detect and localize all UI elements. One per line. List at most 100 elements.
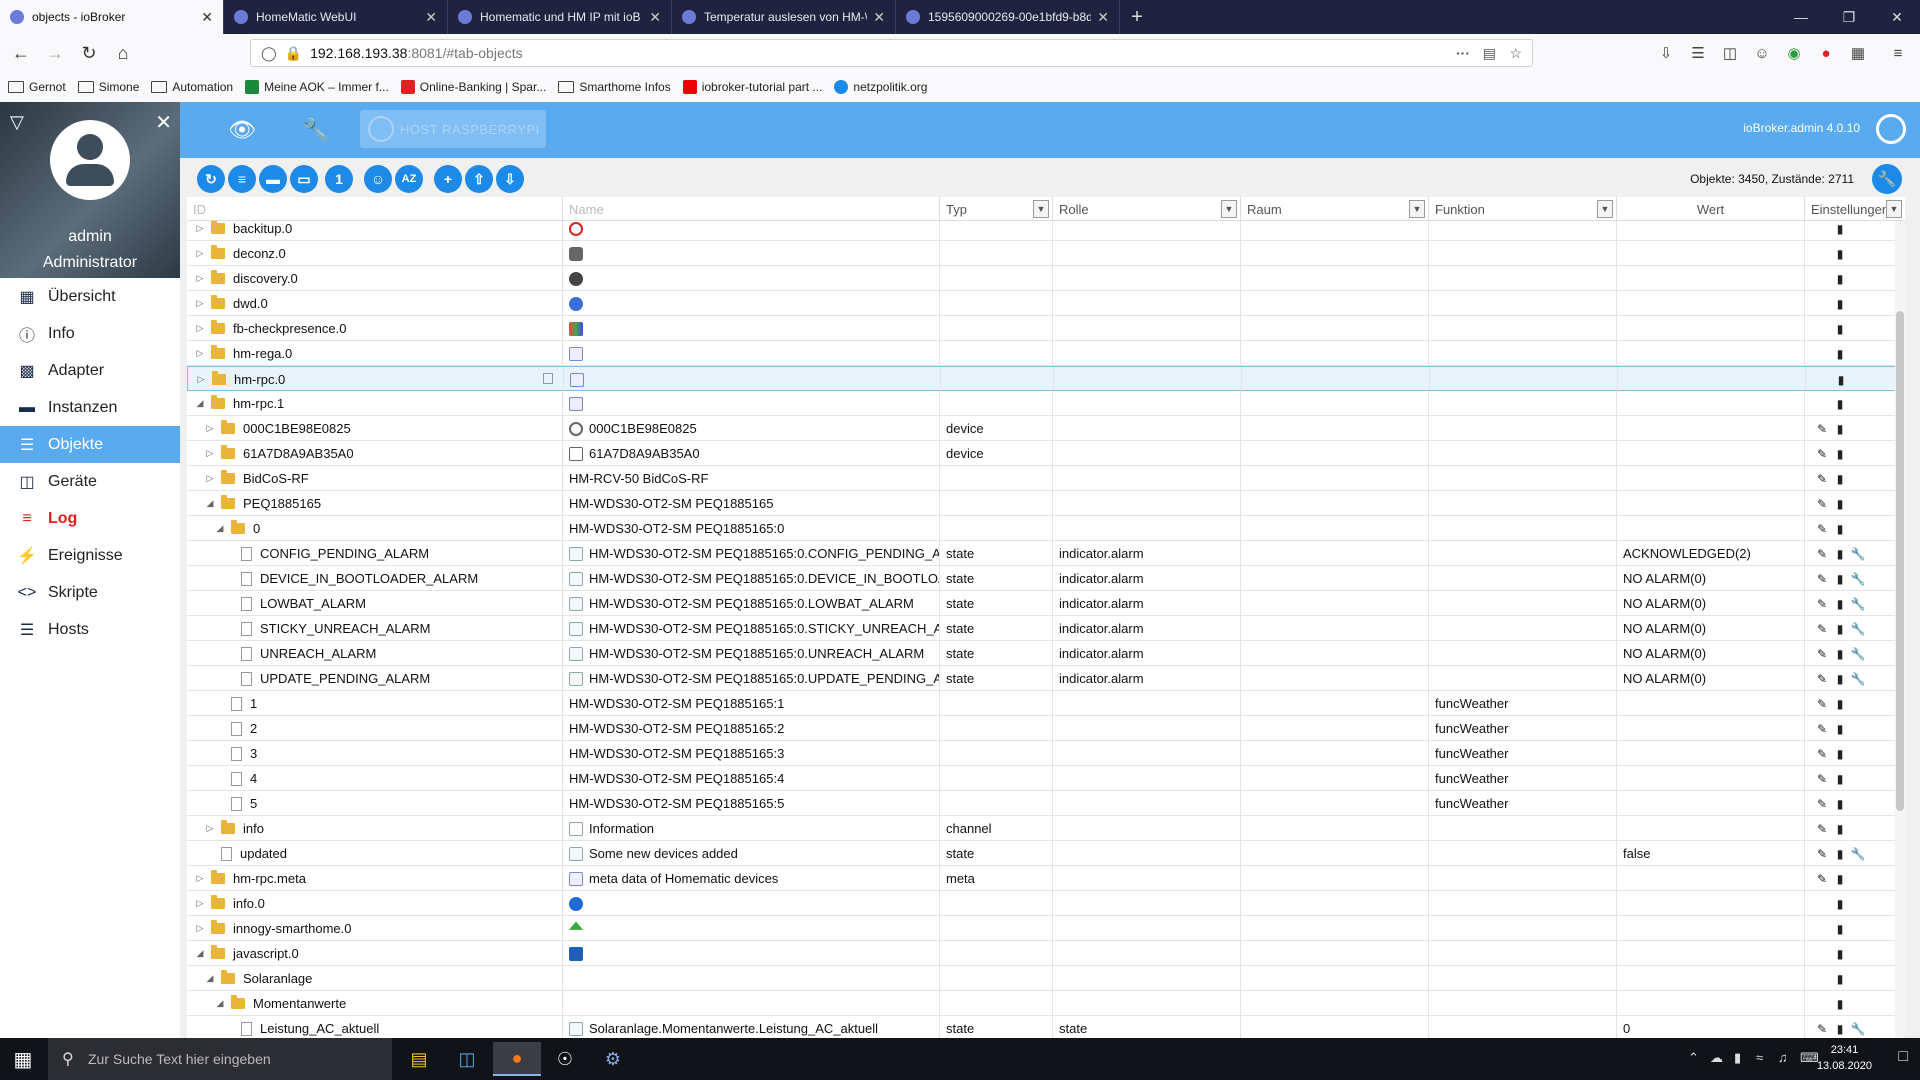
keyboard-icon[interactable]: ⌨ — [1800, 1050, 1819, 1066]
restore-icon[interactable]: ❐ — [1826, 0, 1872, 34]
cell-wert[interactable] — [1617, 991, 1805, 1016]
delete-icon[interactable]: ▮ — [1831, 322, 1849, 336]
table-row[interactable]: 1 HM-WDS30-OT2-SM PEQ1885165:1 funcWeather… — [187, 691, 1905, 716]
cell-wert[interactable] — [1617, 866, 1805, 891]
edit-icon[interactable]: ✎ — [1813, 697, 1831, 711]
delete-icon[interactable]: ▮ — [1831, 272, 1849, 286]
wrench-icon[interactable]: 🔧 — [1849, 1022, 1867, 1036]
delete-icon[interactable]: ▮ — [1831, 222, 1849, 236]
expand-folders-button[interactable]: ▬ — [259, 165, 287, 193]
sidebar-item-ereignisse[interactable]: ⚡ Ereignisse — [0, 537, 180, 574]
list-view-button[interactable]: ≡ — [228, 165, 256, 193]
wrench-icon[interactable]: 🔧 — [1849, 647, 1867, 661]
browser-tab[interactable]: HomeMatic WebUI ✕ — [224, 0, 448, 34]
cell-wert[interactable]: NO ALARM(0) — [1617, 591, 1805, 616]
refresh-button[interactable]: ↻ — [197, 165, 225, 193]
downloads-icon[interactable]: ⇩ — [1652, 39, 1680, 67]
delete-icon[interactable]: ▮ — [1831, 397, 1849, 411]
typ-filter-dropdown[interactable]: ▼ — [1033, 200, 1049, 218]
cell-wert[interactable] — [1617, 316, 1805, 341]
edit-icon[interactable]: ✎ — [1813, 847, 1831, 861]
table-row[interactable]: ▷ BidCoS-RF HM-RCV-50 BidCoS-RF ✎ ▮ — [187, 466, 1905, 491]
cell-wert[interactable] — [1617, 266, 1805, 291]
header-funktion[interactable]: Funktion ▼ — [1429, 197, 1617, 221]
expand-arrow-icon[interactable]: ▷ — [196, 374, 206, 385]
delete-icon[interactable]: ▮ — [1831, 797, 1849, 811]
delete-icon[interactable]: ▮ — [1831, 297, 1849, 311]
table-row[interactable]: ▷ 000C1BE98E0825 000C1BE98E0825 device ✎ ▮ — [187, 416, 1905, 441]
cell-wert[interactable] — [1617, 441, 1805, 466]
expand-arrow-icon[interactable]: ▷ — [195, 898, 205, 909]
firefox-icon[interactable]: ● — [493, 1042, 541, 1076]
cell-wert[interactable] — [1617, 966, 1805, 991]
edit-icon[interactable]: ✎ — [1813, 422, 1831, 436]
delete-icon[interactable]: ▮ — [1831, 597, 1849, 611]
bookmark-item[interactable]: netzpolitik.org — [834, 80, 927, 94]
header-id[interactable]: ID — [187, 197, 563, 221]
copy-icon[interactable] — [543, 373, 553, 384]
delete-icon[interactable]: ▮ — [1831, 947, 1849, 961]
edit-icon[interactable]: ✎ — [1813, 497, 1831, 511]
table-row[interactable]: ▷ fb-checkpresence.0 ▮ — [187, 316, 1905, 341]
einstellungen-dropdown[interactable]: ▼ — [1886, 200, 1902, 218]
cell-wert[interactable] — [1617, 416, 1805, 441]
account-icon[interactable]: ☺ — [1748, 39, 1776, 67]
minimize-icon[interactable]: — — [1778, 0, 1824, 34]
add-object-button[interactable]: + — [434, 165, 462, 193]
cell-wert[interactable] — [1617, 691, 1805, 716]
back-icon[interactable]: ← — [4, 36, 38, 70]
edit-icon[interactable]: ✎ — [1813, 572, 1831, 586]
table-row[interactable]: ◢ Solaranlage ▮ — [187, 966, 1905, 991]
cell-wert[interactable] — [1617, 916, 1805, 941]
delete-icon[interactable]: ▮ — [1831, 747, 1849, 761]
cell-wert[interactable]: NO ALARM(0) — [1617, 641, 1805, 666]
cell-wert[interactable]: NO ALARM(0) — [1617, 566, 1805, 591]
tab-close-icon[interactable]: ✕ — [201, 9, 213, 26]
bookmark-item[interactable]: Smarthome Infos — [558, 80, 671, 94]
delete-icon[interactable]: ▮ — [1831, 972, 1849, 986]
host-button[interactable]: HOST RASPBERRYPI — [360, 110, 546, 148]
app-tool-icon[interactable]: ⚙ — [589, 1042, 637, 1076]
wrench-icon[interactable]: 🔧 — [1849, 672, 1867, 686]
taskbar-search[interactable]: ⚲ Zur Suche Text hier eingeben — [48, 1038, 392, 1080]
table-row[interactable]: STICKY_UNREACH_ALARM HM-WDS30-OT2-SM PEQ1… — [187, 616, 1905, 641]
scrollbar-thumb[interactable] — [1896, 311, 1904, 811]
cell-wert[interactable] — [1617, 766, 1805, 791]
expand-arrow-icon[interactable]: ▷ — [195, 348, 205, 359]
volume-icon[interactable]: ♫ — [1778, 1050, 1788, 1065]
delete-icon[interactable]: ▮ — [1831, 472, 1849, 486]
cell-wert[interactable] — [1617, 241, 1805, 266]
taskbar-clock[interactable]: 23:41 13.08.2020 — [1817, 1042, 1872, 1074]
table-row[interactable]: updated Some new devices added state false ✎… — [187, 841, 1905, 866]
tray-chevron-icon[interactable]: ⌃ — [1688, 1050, 1699, 1066]
table-row[interactable]: 2 HM-WDS30-OT2-SM PEQ1885165:2 funcWeather… — [187, 716, 1905, 741]
expand-arrow-icon[interactable]: ▷ — [195, 273, 205, 284]
delete-icon[interactable]: ▮ — [1831, 1022, 1849, 1036]
home-icon[interactable]: ⌂ — [106, 36, 140, 70]
wrench-icon[interactable]: 🔧 — [1849, 597, 1867, 611]
wrench-icon[interactable]: 🔧 — [302, 116, 330, 144]
library-icon[interactable]: ☰ — [1684, 39, 1712, 67]
file-explorer-icon[interactable]: ▤ — [395, 1042, 443, 1076]
sidebar-item-adapter[interactable]: ▩ Adapter — [0, 352, 180, 389]
vertical-scrollbar[interactable] — [1895, 221, 1905, 1038]
edit-icon[interactable]: ✎ — [1813, 672, 1831, 686]
funktion-filter-dropdown[interactable]: ▼ — [1597, 200, 1613, 218]
header-wert[interactable]: Wert — [1617, 197, 1805, 221]
table-row[interactable]: UPDATE_PENDING_ALARM HM-WDS30-OT2-SM PEQ1… — [187, 666, 1905, 691]
cell-wert[interactable] — [1617, 466, 1805, 491]
cell-wert[interactable] — [1617, 716, 1805, 741]
expand-arrow-icon[interactable]: ▷ — [205, 473, 215, 484]
cell-wert[interactable] — [1617, 341, 1805, 366]
tab-close-icon[interactable]: ✕ — [873, 9, 885, 26]
browser-tab[interactable]: 1595609000269-00e1bfd9-b8db-43 ✕ — [896, 0, 1120, 34]
extension-shield-icon[interactable]: ◉ — [1780, 39, 1808, 67]
delete-icon[interactable]: ▮ — [1831, 897, 1849, 911]
table-row[interactable]: DEVICE_IN_BOOTLOADER_ALARM HM-WDS30-OT2-S… — [187, 566, 1905, 591]
table-row[interactable]: ▷ 61A7D8A9AB35A0 61A7D8A9AB35A0 device ✎ ▮ — [187, 441, 1905, 466]
header-rolle[interactable]: Rolle ▼ — [1053, 197, 1241, 221]
edit-icon[interactable]: ✎ — [1813, 522, 1831, 536]
delete-icon[interactable]: ▮ — [1831, 922, 1849, 936]
header-typ[interactable]: Typ ▼ — [940, 197, 1053, 221]
delete-icon[interactable]: ▮ — [1832, 373, 1850, 387]
